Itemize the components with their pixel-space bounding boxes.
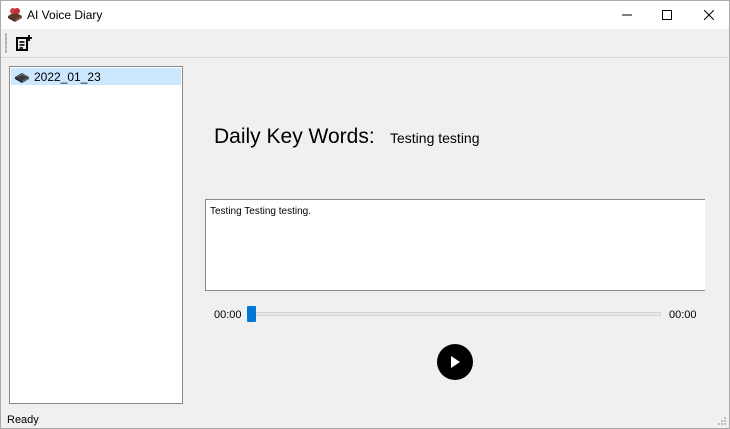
playback-slider[interactable] xyxy=(249,312,661,316)
current-time: 00:00 xyxy=(214,309,242,321)
maximize-icon xyxy=(662,10,672,20)
keywords-heading: Daily Key Words: xyxy=(214,125,375,148)
toolbar-grip[interactable] xyxy=(5,33,7,53)
entry-label: 2022_01_23 xyxy=(34,69,101,84)
app-window: AI Voice Diary 2022_01_23 Daily Key Word… xyxy=(0,0,730,429)
total-time: 00:00 xyxy=(669,309,697,321)
close-button[interactable] xyxy=(687,1,730,29)
status-text: Ready xyxy=(7,414,39,426)
close-icon xyxy=(704,10,714,20)
keywords-value: Testing testing xyxy=(390,130,480,146)
entries-list[interactable]: 2022_01_23 xyxy=(9,66,183,404)
new-entry-button[interactable] xyxy=(13,32,35,54)
toolbar xyxy=(1,29,729,58)
resize-grip-icon[interactable] xyxy=(717,416,727,426)
new-note-icon xyxy=(16,35,32,51)
slider-thumb[interactable] xyxy=(247,306,256,322)
book-icon xyxy=(15,72,29,83)
list-item[interactable]: 2022_01_23 xyxy=(11,68,181,85)
play-icon xyxy=(451,356,460,368)
minimize-button[interactable] xyxy=(605,1,649,29)
diary-book-icon xyxy=(8,8,22,22)
maximize-button[interactable] xyxy=(645,1,689,29)
window-title: AI Voice Diary xyxy=(27,8,103,22)
play-button[interactable] xyxy=(437,344,473,380)
minimize-icon xyxy=(622,14,632,16)
title-bar[interactable]: AI Voice Diary xyxy=(1,1,729,29)
transcript-textbox[interactable]: Testing Testing testing. xyxy=(205,199,705,291)
